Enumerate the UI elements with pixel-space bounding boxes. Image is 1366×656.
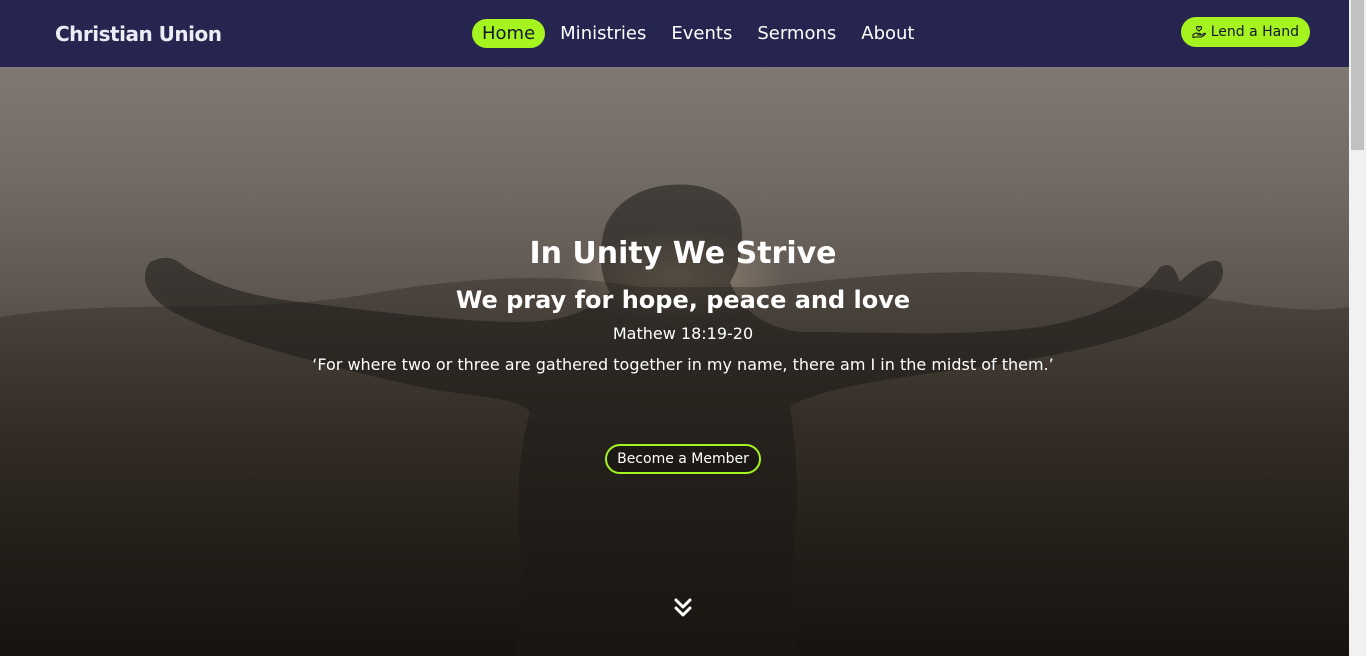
nav-link-ministries[interactable]: Ministries: [550, 19, 656, 48]
nav-link-events[interactable]: Events: [661, 19, 742, 48]
navbar: Christian Union Home Ministries Events S…: [0, 0, 1349, 67]
scripture-quote: ‘For where two or three are gathered tog…: [312, 355, 1054, 374]
nav-links: Home Ministries Events Sermons About: [472, 19, 929, 48]
chevrons-down-icon[interactable]: [674, 598, 692, 618]
hand-heart-icon: [1192, 25, 1206, 39]
page: Christian Union Home Ministries Events S…: [0, 0, 1349, 656]
hero-title: In Unity We Strive: [529, 236, 837, 271]
scripture-reference: Mathew 18:19-20: [612, 324, 754, 343]
hero-content: In Unity We Strive We pray for hope, pea…: [0, 236, 1349, 474]
brand-logo[interactable]: Christian Union: [55, 22, 385, 46]
scrollbar-thumb[interactable]: [1351, 0, 1364, 150]
lend-a-hand-label: Lend a Hand: [1210, 24, 1299, 40]
nav-link-sermons[interactable]: Sermons: [747, 19, 846, 48]
hero-subtitle: We pray for hope, peace and love: [455, 286, 911, 314]
nav-link-about[interactable]: About: [851, 19, 924, 48]
lend-a-hand-button[interactable]: Lend a Hand: [1180, 17, 1310, 47]
nav-link-home[interactable]: Home: [472, 19, 546, 48]
become-member-button[interactable]: Become a Member: [605, 444, 761, 474]
